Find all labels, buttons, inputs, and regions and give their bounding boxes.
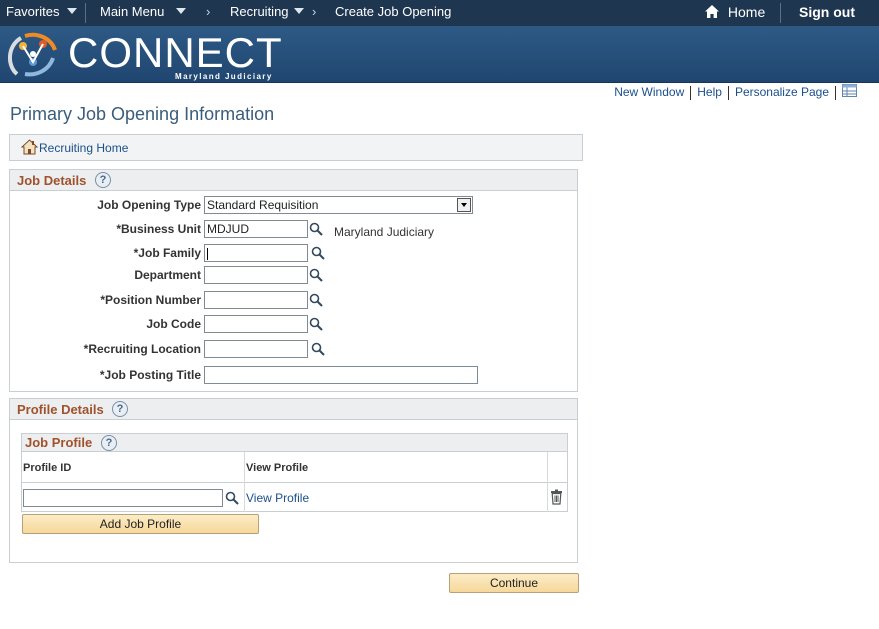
job-profile-title: Job Profile bbox=[25, 435, 93, 450]
job-family-field[interactable] bbox=[204, 244, 308, 262]
connect-logo-icon bbox=[8, 32, 57, 77]
header-banner: CONNECT Maryland Judiciary bbox=[0, 26, 879, 83]
utility-links: New Window Help Personalize Page bbox=[614, 84, 857, 100]
job-details-title: Job Details bbox=[17, 173, 87, 188]
business-unit-description: Maryland Judiciary bbox=[334, 225, 435, 239]
job-opening-type-select[interactable]: Standard Requisition bbox=[204, 196, 473, 214]
text-cursor bbox=[207, 247, 208, 260]
page-title: Primary Job Opening Information bbox=[10, 104, 275, 124]
brand-subtitle: Maryland Judiciary bbox=[175, 72, 273, 81]
lookup-icon[interactable] bbox=[225, 491, 239, 505]
view-profile-link[interactable]: View Profile bbox=[246, 491, 309, 505]
page-layout-icon[interactable] bbox=[842, 84, 857, 98]
business-unit-label: *Business Unit bbox=[116, 222, 201, 236]
continue-button[interactable]: Continue bbox=[449, 573, 579, 593]
lookup-icon[interactable] bbox=[311, 342, 325, 356]
job-posting-title-field[interactable] bbox=[204, 366, 478, 384]
table-row: View Profile bbox=[22, 484, 567, 511]
home-label: Home bbox=[727, 4, 766, 20]
job-family-label: *Job Family bbox=[133, 246, 201, 260]
breadcrumb-chevron-icon: › bbox=[312, 4, 317, 19]
view-profile-column-header: View Profile bbox=[246, 462, 309, 474]
nav-divider bbox=[85, 3, 86, 23]
link-divider bbox=[690, 85, 692, 100]
home-icon bbox=[705, 4, 719, 18]
new-window-link[interactable]: New Window bbox=[614, 85, 684, 99]
add-job-profile-button[interactable]: Add Job Profile bbox=[22, 514, 259, 534]
recruiting-location-field[interactable] bbox=[204, 340, 308, 358]
link-divider bbox=[835, 85, 836, 100]
recruiting-home-bar: Recruiting Home bbox=[9, 134, 583, 161]
job-code-field[interactable] bbox=[204, 315, 308, 333]
top-navigation-bar: Favorites Main Menu › Recruiting › Creat… bbox=[0, 0, 879, 26]
lookup-icon[interactable] bbox=[309, 317, 323, 331]
profile-details-title: Profile Details bbox=[17, 402, 104, 417]
business-unit-value: MDJUD bbox=[207, 222, 249, 236]
chevron-down-icon bbox=[293, 7, 304, 14]
department-field[interactable] bbox=[204, 266, 308, 284]
breadcrumb-chevron-icon: › bbox=[206, 4, 211, 19]
house-icon bbox=[21, 139, 38, 155]
link-divider bbox=[727, 85, 729, 100]
chevron-down-icon bbox=[176, 7, 187, 14]
recruiting-home-link[interactable]: Recruiting Home bbox=[39, 141, 128, 155]
help-link[interactable]: Help bbox=[697, 85, 722, 99]
dropdown-arrow-icon[interactable] bbox=[457, 198, 471, 212]
recruiting-menu[interactable]: Recruiting bbox=[230, 0, 304, 26]
recruiting-location-label: *Recruiting Location bbox=[83, 342, 201, 356]
breadcrumb-create-job-opening[interactable]: Create Job Opening bbox=[335, 0, 451, 26]
grid-column-headers: Profile ID View Profile bbox=[22, 452, 567, 512]
job-profile-grid: Job Profile ? Profile ID View Profile Vi… bbox=[21, 433, 568, 512]
profile-id-field[interactable] bbox=[23, 489, 223, 507]
lookup-icon[interactable] bbox=[309, 268, 323, 282]
department-label: Department bbox=[134, 268, 201, 282]
job-code-label: Job Code bbox=[146, 317, 201, 331]
trash-icon[interactable] bbox=[550, 489, 563, 505]
sign-out-link[interactable]: Sign out bbox=[799, 0, 855, 26]
business-unit-field[interactable]: MDJUD bbox=[204, 220, 308, 238]
profile-details-header: Profile Details ? bbox=[10, 399, 577, 420]
help-icon[interactable]: ? bbox=[95, 172, 111, 188]
lookup-icon[interactable] bbox=[309, 222, 323, 236]
main-menu-label: Main Menu bbox=[100, 4, 165, 19]
job-opening-type-value: Standard Requisition bbox=[207, 198, 319, 212]
main-menu[interactable]: Main Menu bbox=[100, 0, 187, 26]
favorites-menu[interactable]: Favorites bbox=[6, 0, 78, 26]
home-link[interactable]: Home bbox=[704, 0, 765, 26]
personalize-page-link[interactable]: Personalize Page bbox=[735, 85, 829, 99]
help-icon[interactable]: ? bbox=[101, 435, 117, 451]
nav-divider bbox=[780, 3, 781, 23]
sign-out-label: Sign out bbox=[799, 4, 855, 20]
lookup-icon[interactable] bbox=[309, 293, 323, 307]
job-profile-header: Job Profile ? bbox=[22, 434, 567, 452]
favorites-label: Favorites bbox=[6, 4, 60, 19]
position-number-field[interactable] bbox=[204, 291, 308, 309]
brand-name: CONNECT bbox=[68, 29, 283, 76]
profile-id-column-header: Profile ID bbox=[23, 462, 72, 474]
help-icon[interactable]: ? bbox=[112, 401, 128, 417]
recruiting-label: Recruiting bbox=[230, 4, 289, 19]
lookup-icon[interactable] bbox=[311, 246, 325, 260]
job-posting-title-label: *Job Posting Title bbox=[99, 368, 201, 382]
chevron-down-icon bbox=[67, 7, 78, 14]
job-details-header: Job Details ? bbox=[10, 170, 577, 191]
job-opening-type-label: Job Opening Type bbox=[97, 198, 201, 212]
position-number-label: *Position Number bbox=[100, 293, 201, 307]
create-job-opening-label: Create Job Opening bbox=[335, 4, 452, 19]
